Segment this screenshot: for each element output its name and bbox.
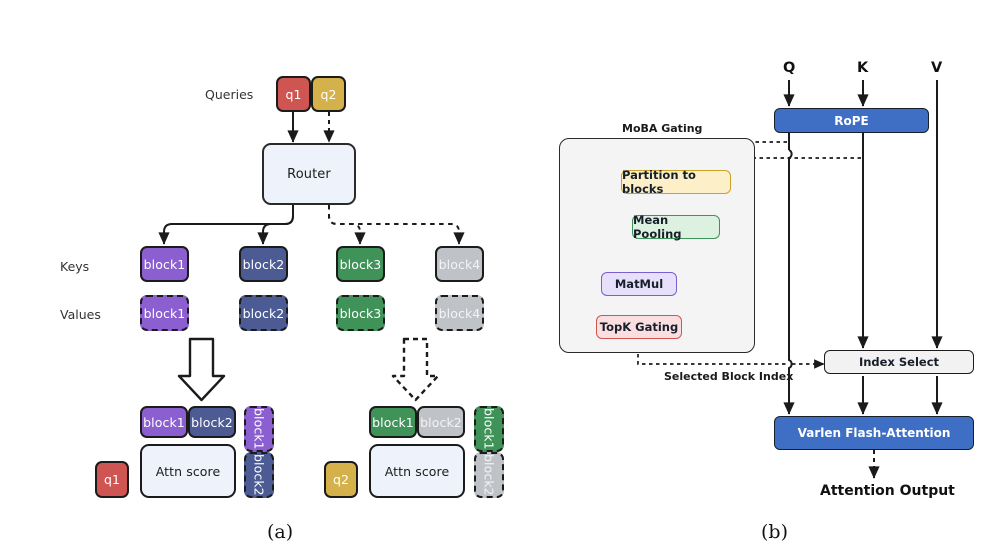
key-block-2[interactable]: block2 — [239, 246, 288, 282]
row-label-keys: Keys — [60, 259, 90, 274]
caption-a: (a) — [267, 521, 294, 543]
gating-step-partition-to-blocks[interactable]: Partition to blocks — [621, 168, 731, 196]
query-block-q2[interactable]: q2 — [311, 76, 346, 112]
value-block-1[interactable]: block1 — [140, 295, 189, 331]
result-left-query[interactable]: q1 — [95, 461, 129, 498]
result-left-top-block-1[interactable]: block1 — [140, 406, 188, 438]
query-block-q1[interactable]: q1 — [276, 76, 311, 112]
gating-step-mean-pooling[interactable]: Mean Pooling — [632, 213, 720, 241]
indexselect-to-flash-arrows — [857, 376, 943, 415]
query-to-router-arrows — [287, 112, 335, 143]
value-block-4[interactable]: block4 — [435, 295, 484, 331]
gating-step-topk-gating[interactable]: TopK Gating — [596, 315, 682, 339]
index-select-box[interactable]: Index Select — [824, 350, 974, 374]
qkv-input-arrows — [783, 80, 869, 107]
input-label-q: Q — [783, 60, 796, 76]
result-left-side-block-1[interactable]: block1 — [244, 406, 274, 452]
row-label-queries: Queries — [205, 87, 254, 102]
input-label-k: K — [857, 60, 869, 76]
result-right-attn-score: Attn score — [369, 444, 465, 498]
value-block-3[interactable]: block3 — [336, 295, 385, 331]
selected-block-index-label: Selected Block Index — [664, 370, 794, 383]
result-left-top-block-2[interactable]: block2 — [188, 406, 236, 438]
block-arrow-right — [391, 337, 440, 402]
router-box[interactable]: Router — [262, 143, 356, 205]
router-to-key-dashed-branches — [328, 205, 465, 245]
key-block-1[interactable]: block1 — [140, 246, 189, 282]
key-block-4[interactable]: block4 — [435, 246, 484, 282]
gating-step-matmul[interactable]: MatMul — [601, 272, 677, 296]
result-left-attn-score: Attn score — [140, 444, 236, 498]
row-label-values: Values — [60, 307, 101, 322]
result-right-top-block-1[interactable]: block1 — [369, 406, 417, 438]
attention-output-label: Attention Output — [820, 483, 955, 499]
key-block-3[interactable]: block3 — [336, 246, 385, 282]
input-label-v: V — [931, 60, 943, 76]
figure-canvas: Queries Keys Values q1 q2 Router block1 … — [0, 0, 1000, 560]
router-to-key-solid-branches — [158, 205, 294, 245]
result-right-side-block-1[interactable]: block1 — [474, 406, 504, 452]
gating-panel-title: MoBA Gating — [622, 122, 703, 135]
result-right-top-block-2[interactable]: block2 — [417, 406, 465, 438]
value-block-2[interactable]: block2 — [239, 295, 288, 331]
result-left-side-block-2[interactable]: block2 — [244, 452, 274, 498]
block-arrow-left — [177, 337, 226, 402]
result-right-side-block-2[interactable]: block2 — [474, 452, 504, 498]
result-right-query[interactable]: q2 — [324, 461, 358, 498]
caption-b: (b) — [761, 521, 788, 543]
varlen-flash-attention-box[interactable]: Varlen Flash-Attention — [774, 416, 974, 450]
rope-box[interactable]: RoPE — [774, 108, 929, 133]
